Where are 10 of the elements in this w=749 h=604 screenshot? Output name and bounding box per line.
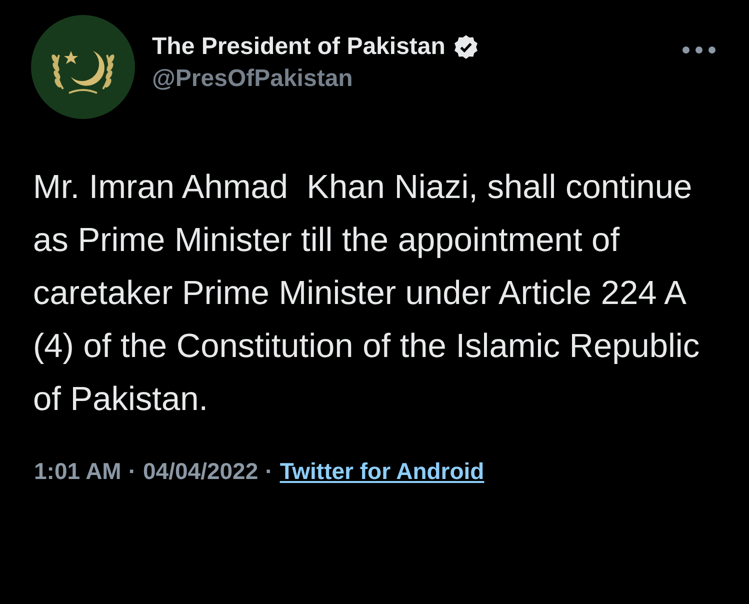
separator-dot: · [128, 458, 136, 485]
tweet-text: Mr. Imran Ahmad Khan Niazi, shall continue as Prime Minister till the appointment of caretaker Prime Minister under Article 224 A (4) of the Constitution of the Islamic Republic of Pakistan. [33, 168, 701, 420]
account-handle[interactable]: @PresOfPakistan [152, 65, 664, 93]
timestamp: 1:01 AM [34, 458, 122, 485]
separator-dot: · [265, 458, 273, 485]
timestamp: 04/04/2022 [143, 458, 258, 485]
account-name[interactable]: The President of Pakistan [152, 33, 446, 61]
source-link[interactable]: Twitter for Android [280, 458, 484, 485]
more-options-icon[interactable] [681, 45, 717, 55]
avatar-logo[interactable] [31, 15, 135, 119]
